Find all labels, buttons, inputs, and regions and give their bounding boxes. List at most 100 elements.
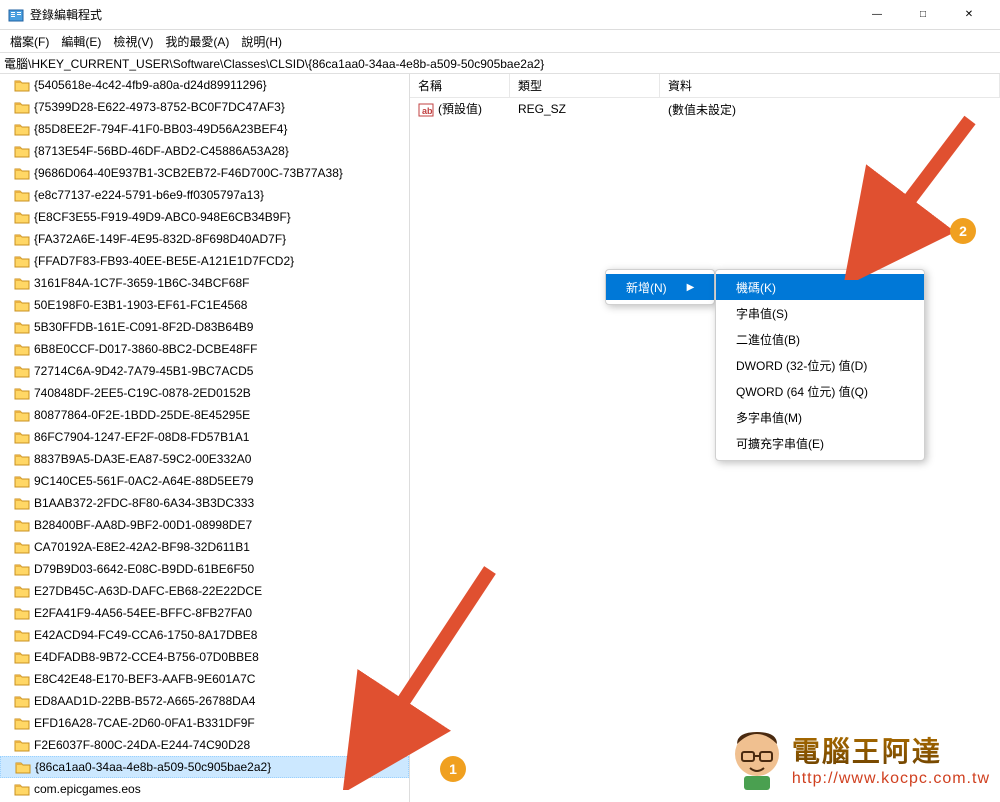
- context-submenu[interactable]: 機碼(K) 字串值(S) 二進位值(B) DWORD (32-位元) 值(D) …: [715, 269, 925, 461]
- menu-item-expandstring[interactable]: 可擴充字串值(E): [716, 430, 924, 456]
- folder-icon: [14, 298, 30, 312]
- folder-icon: [14, 166, 30, 180]
- menu-edit[interactable]: 編輯(E): [55, 31, 107, 52]
- tree-item[interactable]: 740848DF-2EE5-C19C-0878-2ED0152B: [0, 382, 409, 404]
- tree-item[interactable]: 86FC7904-1247-EF2F-08D8-FD57B1A1: [0, 426, 409, 448]
- svg-text:ab: ab: [422, 106, 433, 116]
- tree-item[interactable]: D79B9D03-6642-E08C-B9DD-61BE6F50: [0, 558, 409, 580]
- menu-item-multistring[interactable]: 多字串值(M): [716, 404, 924, 430]
- menu-item-string[interactable]: 字串值(S): [716, 300, 924, 326]
- menu-item-key[interactable]: 機碼(K): [716, 274, 924, 300]
- tree-item-label: 3161F84A-1C7F-3659-1B6C-34BCF68F: [34, 276, 249, 290]
- menu-favorites[interactable]: 我的最愛(A): [159, 31, 235, 52]
- minimize-button[interactable]: —: [854, 0, 900, 30]
- menu-item-new[interactable]: 新增(N)▶: [606, 274, 714, 300]
- tree-item[interactable]: ED8AAD1D-22BB-B572-A665-26788DA4: [0, 690, 409, 712]
- tree-item[interactable]: 80877864-0F2E-1BDD-25DE-8E45295E: [0, 404, 409, 426]
- address-bar[interactable]: 電腦\HKEY_CURRENT_USER\Software\Classes\CL…: [0, 52, 1000, 74]
- folder-icon: [14, 342, 30, 356]
- tree-item[interactable]: 50E198F0-E3B1-1903-EF61-FC1E4568: [0, 294, 409, 316]
- context-menu-new[interactable]: 新增(N)▶: [605, 269, 715, 305]
- value-panel: 名稱 類型 資料 ab (預設值) REG_SZ (數值未設定) 新增(N)▶ …: [410, 74, 1000, 802]
- tree-item[interactable]: {FFAD7F83-FB93-40EE-BE5E-A121E1D7FCD2}: [0, 250, 409, 272]
- tree-item-label: {8713E54F-56BD-46DF-ABD2-C45886A53A28}: [34, 144, 289, 158]
- folder-icon: [14, 144, 30, 158]
- tree-item[interactable]: 9C140CE5-561F-0AC2-A64E-88D5EE79: [0, 470, 409, 492]
- col-name[interactable]: 名稱: [410, 74, 510, 97]
- tree-item[interactable]: E2FA41F9-4A56-54EE-BFFC-8FB27FA0: [0, 602, 409, 624]
- tree-item[interactable]: E42ACD94-FC49-CCA6-1750-8A17DBE8: [0, 624, 409, 646]
- tree-item-label: com.epicgames.eos: [34, 782, 141, 796]
- menu-item-qword[interactable]: QWORD (64 位元) 值(Q): [716, 378, 924, 404]
- tree-item[interactable]: {8713E54F-56BD-46DF-ABD2-C45886A53A28}: [0, 140, 409, 162]
- tree-item[interactable]: CA70192A-E8E2-42A2-BF98-32D611B1: [0, 536, 409, 558]
- folder-icon: [14, 430, 30, 444]
- tree-item-label: {9686D064-40E937B1-3CB2EB72-F46D700C-73B…: [34, 166, 343, 180]
- tree-item-label: {85D8EE2F-794F-41F0-BB03-49D56A23BEF4}: [34, 122, 287, 136]
- menu-help[interactable]: 說明(H): [235, 31, 288, 52]
- folder-icon: [14, 716, 30, 730]
- folder-icon: [14, 496, 30, 510]
- folder-icon: [14, 408, 30, 422]
- tree-item-label: {86ca1aa0-34aa-4e8b-a509-50c905bae2a2}: [35, 760, 271, 774]
- value-data: (數值未設定): [660, 101, 1000, 118]
- menu-item-dword[interactable]: DWORD (32-位元) 值(D): [716, 352, 924, 378]
- folder-icon: [14, 628, 30, 642]
- tree-item[interactable]: 8837B9A5-DA3E-EA87-59C2-00E332A0: [0, 448, 409, 470]
- tree-item-label: {e8c77137-e224-5791-b6e9-ff0305797a13}: [34, 188, 264, 202]
- tree-item[interactable]: F2E6037F-800C-24DA-E244-74C90D28: [0, 734, 409, 756]
- tree-item[interactable]: {E8CF3E55-F919-49D9-ABC0-948E6CB34B9F}: [0, 206, 409, 228]
- tree-item[interactable]: E4DFADB8-9B72-CCE4-B756-07D0BBE8: [0, 646, 409, 668]
- tree-item-label: 80877864-0F2E-1BDD-25DE-8E45295E: [34, 408, 250, 422]
- folder-icon: [14, 474, 30, 488]
- tree-item[interactable]: E27DB45C-A63D-DAFC-EB68-22E22DCE: [0, 580, 409, 602]
- folder-icon: [14, 518, 30, 532]
- tree-item[interactable]: {e8c77137-e224-5791-b6e9-ff0305797a13}: [0, 184, 409, 206]
- tree-item[interactable]: B28400BF-AA8D-9BF2-00D1-08998DE7: [0, 514, 409, 536]
- tree-item[interactable]: {75399D28-E622-4973-8752-BC0F7DC47AF3}: [0, 96, 409, 118]
- tree-item-label: 86FC7904-1247-EF2F-08D8-FD57B1A1: [34, 430, 249, 444]
- col-data[interactable]: 資料: [660, 74, 1000, 97]
- tree-item[interactable]: {FA372A6E-149F-4E95-832D-8F698D40AD7F}: [0, 228, 409, 250]
- maximize-button[interactable]: □: [900, 0, 946, 30]
- menu-file[interactable]: 檔案(F): [4, 31, 55, 52]
- tree-item[interactable]: {5405618e-4c42-4fb9-a80a-d24d89911296}: [0, 74, 409, 96]
- value-row-default[interactable]: ab (預設值) REG_SZ (數值未設定): [410, 98, 1000, 120]
- folder-icon: [14, 188, 30, 202]
- tree-item-label: {FA372A6E-149F-4E95-832D-8F698D40AD7F}: [34, 232, 286, 246]
- tree-item-label: EFD16A28-7CAE-2D60-0FA1-B331DF9F: [34, 716, 255, 730]
- tree-item[interactable]: EFD16A28-7CAE-2D60-0FA1-B331DF9F: [0, 712, 409, 734]
- folder-icon: [14, 782, 30, 796]
- tree-item[interactable]: 72714C6A-9D42-7A79-45B1-9BC7ACD5: [0, 360, 409, 382]
- tree-item[interactable]: 3161F84A-1C7F-3659-1B6C-34BCF68F: [0, 272, 409, 294]
- tree-item[interactable]: B1AAB372-2FDC-8F80-6A34-3B3DC333: [0, 492, 409, 514]
- folder-icon: [14, 452, 30, 466]
- folder-icon: [14, 562, 30, 576]
- tree-item[interactable]: 6B8E0CCF-D017-3860-8BC2-DCBE48FF: [0, 338, 409, 360]
- folder-icon: [14, 232, 30, 246]
- tree-item[interactable]: E8C42E48-E170-BEF3-AAFB-9E601A7C: [0, 668, 409, 690]
- close-button[interactable]: ✕: [946, 0, 992, 30]
- folder-icon: [14, 276, 30, 290]
- tree-item-label: B28400BF-AA8D-9BF2-00D1-08998DE7: [34, 518, 252, 532]
- tree-item-label: 8837B9A5-DA3E-EA87-59C2-00E332A0: [34, 452, 251, 466]
- folder-icon: [14, 364, 30, 378]
- tree-item[interactable]: {86ca1aa0-34aa-4e8b-a509-50c905bae2a2}: [0, 756, 409, 778]
- registry-tree[interactable]: {0E270DAA-1BE6-48F2-AC49-E44FCCCD5314}{1…: [0, 74, 410, 802]
- folder-icon: [14, 540, 30, 554]
- tree-item[interactable]: 5B30FFDB-161E-C091-8F2D-D83B64B9: [0, 316, 409, 338]
- tree-item[interactable]: {85D8EE2F-794F-41F0-BB03-49D56A23BEF4}: [0, 118, 409, 140]
- window-title: 登錄編輯程式: [30, 6, 854, 23]
- menu-view[interactable]: 檢視(V): [107, 31, 159, 52]
- folder-icon: [14, 606, 30, 620]
- col-type[interactable]: 類型: [510, 74, 660, 97]
- regedit-icon: [8, 7, 24, 23]
- folder-icon: [15, 760, 31, 774]
- tree-item[interactable]: {9686D064-40E937B1-3CB2EB72-F46D700C-73B…: [0, 162, 409, 184]
- value-type: REG_SZ: [510, 102, 660, 116]
- tree-item[interactable]: com.epicgames.eos: [0, 778, 409, 800]
- title-bar: 登錄編輯程式 — □ ✕: [0, 0, 1000, 30]
- menu-item-binary[interactable]: 二進位值(B): [716, 326, 924, 352]
- main-split: {0E270DAA-1BE6-48F2-AC49-E44FCCCD5314}{1…: [0, 74, 1000, 802]
- tree-item-label: E42ACD94-FC49-CCA6-1750-8A17DBE8: [34, 628, 257, 642]
